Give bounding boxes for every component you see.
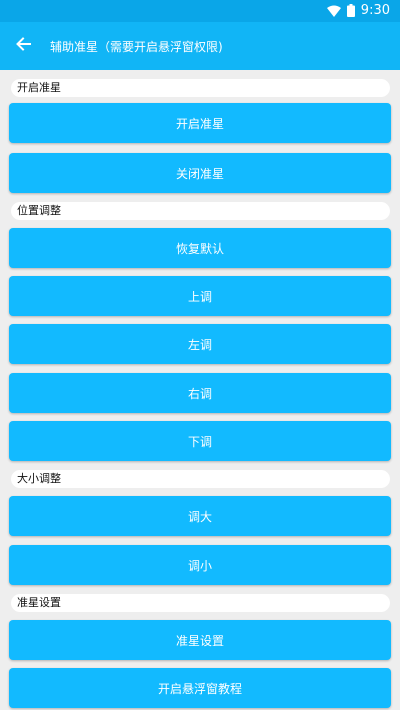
status-time: 9:30 <box>360 3 390 18</box>
section-label-crosshair: 开启准星 <box>11 79 390 97</box>
app-bar: 辅助准星（需要开启悬浮窗权限) <box>0 22 400 70</box>
page-title: 辅助准星（需要开启悬浮窗权限) <box>50 39 223 54</box>
restore-default-button[interactable]: 恢复默认 <box>9 228 391 268</box>
enable-crosshair-button[interactable]: 开启准星 <box>9 103 391 143</box>
status-bar: 9:30 <box>0 0 400 22</box>
main-content: 开启准星 开启准星 关闭准星 位置调整 恢复默认 上调 左调 右调 下调 大小调… <box>0 70 400 710</box>
arrow-back-icon <box>15 36 31 56</box>
section-label-position: 位置调整 <box>11 202 390 220</box>
size-up-button[interactable]: 调大 <box>9 496 391 536</box>
wifi-icon <box>326 2 341 21</box>
move-right-button[interactable]: 右调 <box>9 373 391 413</box>
section-label-size: 大小调整 <box>11 470 390 488</box>
battery-icon <box>346 2 355 21</box>
move-up-button[interactable]: 上调 <box>9 276 391 316</box>
disable-crosshair-button[interactable]: 关闭准星 <box>9 153 391 193</box>
size-down-button[interactable]: 调小 <box>9 545 391 585</box>
back-button[interactable] <box>0 22 46 70</box>
move-down-button[interactable]: 下调 <box>9 421 391 461</box>
status-icons: 9:30 <box>326 2 390 21</box>
floating-window-tutorial-button[interactable]: 开启悬浮窗教程 <box>9 668 391 708</box>
section-label-settings: 准星设置 <box>11 594 390 612</box>
move-left-button[interactable]: 左调 <box>9 324 391 364</box>
crosshair-settings-button[interactable]: 准星设置 <box>9 620 391 660</box>
